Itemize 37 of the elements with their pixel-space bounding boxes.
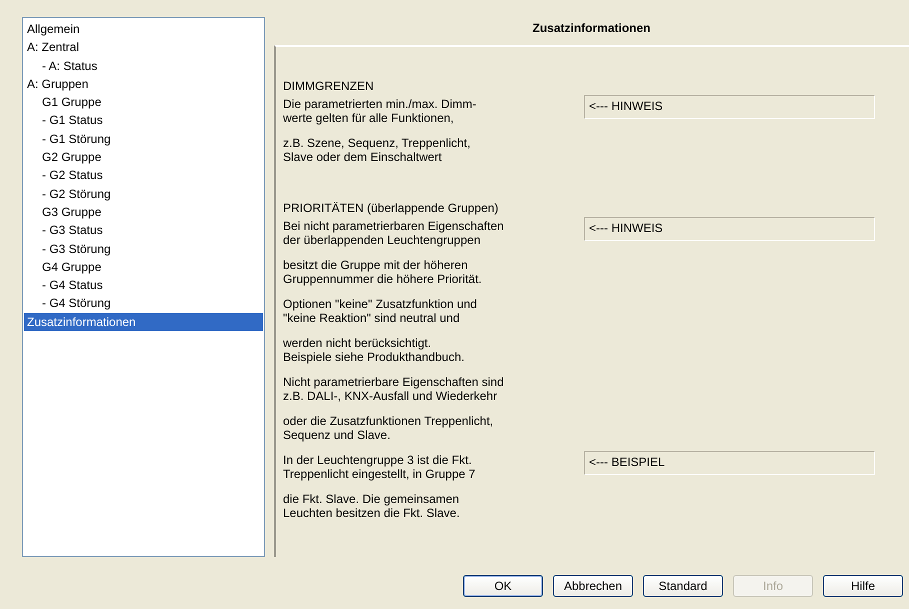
info-text: Die parametrierten min./max. Dimm- werte gelten für alle Funktionen, [283,98,478,125]
tree-item[interactable]: - G1 Störung [24,130,263,148]
info-text: z.B. Szene, Sequenz, Treppenlicht, Slave oder dem Einschaltwert [283,137,472,164]
info-text: Bei nicht parametrierbaren Eigenschaften der überlappenden Leuchtengruppen [283,220,505,247]
dialog-button[interactable]: Standard [643,575,723,597]
tree-item[interactable]: - A: Status [24,56,263,75]
tree-item[interactable]: Zusatzinformationen [24,312,263,332]
tree-item[interactable]: Allgemein [24,20,263,38]
info-text: werden nicht berücksichtigt. Beispiele siehe Produkthandbuch. [283,337,466,364]
section-heading: DIMMGRENZEN [283,79,374,93]
tree-item[interactable]: - G3 Status [24,221,263,240]
hint-field: <--- BEISPIEL [584,451,875,475]
tree-item[interactable]: - G2 Status [24,166,263,185]
tree-item[interactable]: A: Gruppen [24,74,263,94]
info-text: die Fkt. Slave. Die gemeinsamen Leuchten besitzen die Fkt. Slave. [283,493,461,520]
info-text: Nicht parametrierbare Eigenschaften sind z.B. DALI-, KNX-Ausfall und Wiederkehr [283,376,505,403]
hint-field: <--- HINWEIS [584,95,875,119]
tree-item[interactable]: G2 Gruppe [24,148,263,166]
tree-item[interactable]: G1 Gruppe [24,93,263,112]
info-text: oder die Zusatzfunktionen Treppenlicht, Sequenz und Slave. [283,415,494,442]
panel-title: Zusatzinformationen [532,20,650,37]
info-text: Optionen "keine" Zusatzfunktion und "keine Reaktion" sind neutral und [283,298,478,325]
hint-field: <--- HINWEIS [584,217,875,241]
dialog-button[interactable]: Abbrechen [553,575,633,597]
info-text: besitzt die Gruppe mit der höheren Gruppennummer die höhere Priorität. [283,259,483,286]
tree-item[interactable]: G4 Gruppe [24,258,263,276]
tree-item[interactable]: - G4 Störung [24,294,263,313]
tree-item[interactable]: - G4 Status [24,276,263,294]
info-text: In der Leuchtengruppe 3 ist die Fkt. Treppenlicht eingestellt, in Gruppe 7 [283,454,476,481]
tree-item[interactable]: A: Zentral [24,38,263,57]
section-heading: PRIORITÄTEN (überlappende Gruppen) [283,201,498,215]
tree-item[interactable]: - G3 Störung [24,240,263,258]
tree-item[interactable]: - G1 Status [24,111,263,130]
dialog-button[interactable]: OK [463,575,543,597]
dialog-button[interactable]: Hilfe [823,575,903,597]
tree-item[interactable]: - G2 Störung [24,184,263,203]
tree-item[interactable]: G3 Gruppe [24,202,263,222]
